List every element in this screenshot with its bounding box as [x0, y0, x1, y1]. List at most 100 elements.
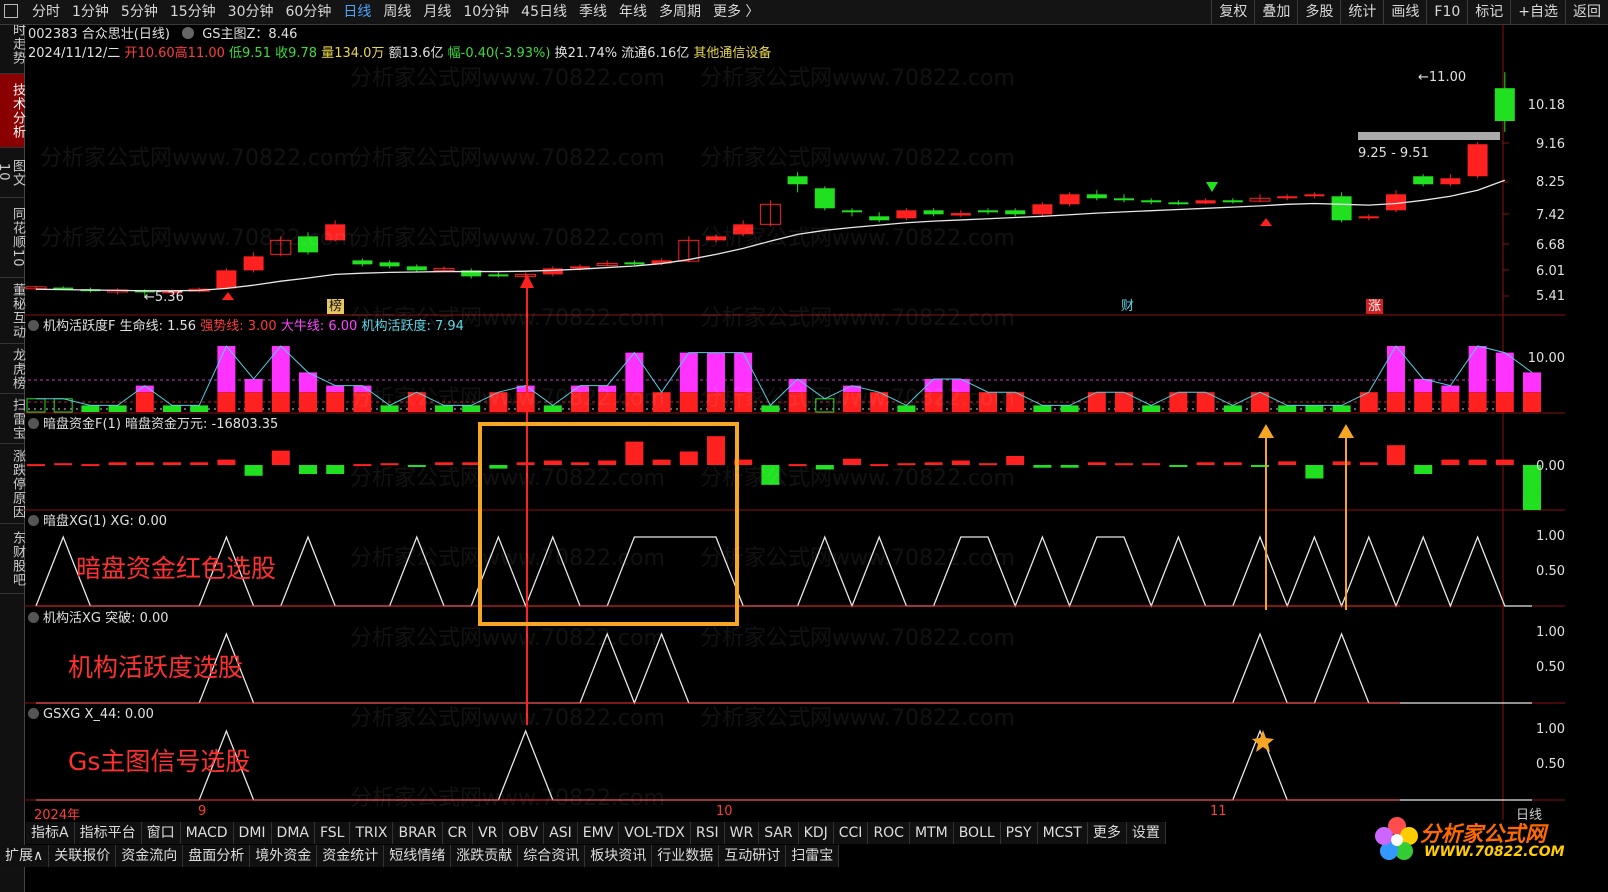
candle-body: [488, 274, 509, 277]
price-axis-label: 6.68: [1536, 238, 1565, 253]
watermark-text: 分析家公式网www.70822.com: [700, 386, 1015, 411]
event-marker-cai[interactable]: 财: [1121, 299, 1134, 314]
candle-body: [1168, 202, 1189, 205]
buy-arrow-icon: [1260, 218, 1272, 226]
darkpool-bar: [1087, 462, 1106, 465]
activity-bar-base: [135, 392, 154, 412]
watermark-text: 分析家公式网www.70822.com: [350, 786, 665, 811]
extension-tabs: 扩展∧ 关联报价 资金流向 盘面分析 境外资金 资金统计 短线情绪 涨跌贡献 综合资讯 板块资讯行…: [0, 845, 840, 867]
panel-axis-label: 0.50: [1536, 564, 1565, 579]
extension-tab[interactable]: 扩展∧: [0, 845, 50, 867]
candle-body: [1086, 194, 1107, 199]
watermark-text: 分析家公式网www.70822.com: [700, 466, 1015, 491]
candle-body: [950, 213, 971, 216]
indicator-tab[interactable]: BRAR: [393, 822, 443, 844]
extension-tab[interactable]: 境外资金: [250, 845, 318, 867]
candle-body: [787, 176, 808, 185]
extension-tab[interactable]: 资金流向: [116, 845, 184, 867]
watermark-text: 分析家公式网www.70822.com: [350, 226, 665, 251]
event-marker-bang[interactable]: 榜: [327, 299, 345, 314]
extension-tab[interactable]: 短线情绪: [384, 845, 452, 867]
indicator-tab[interactable]: 窗口: [142, 822, 181, 844]
price-axis-label: 9.16: [1536, 137, 1565, 152]
darkpool-bar: [163, 462, 181, 465]
extension-tab[interactable]: 关联报价: [49, 845, 117, 867]
extension-tab[interactable]: 扫雷宝: [786, 845, 840, 867]
extension-tab[interactable]: 资金统计: [317, 845, 385, 867]
breakout-value: 突破: 0.00: [105, 611, 169, 626]
indicator-tab[interactable]: EMV: [578, 822, 620, 844]
star-icon: [1252, 730, 1274, 752]
indicator-tab[interactable]: CR: [443, 822, 474, 844]
price-axis-label: 10.18: [1527, 98, 1565, 113]
indicator-tab[interactable]: WR: [725, 822, 760, 844]
darkpool-bar: [326, 465, 345, 474]
extension-tab[interactable]: 涨跌贡献: [451, 845, 519, 867]
extension-tab[interactable]: 行业数据: [652, 845, 720, 867]
extension-tab[interactable]: 互动研讨: [719, 845, 787, 867]
event-marker-zhang[interactable]: 涨: [1366, 299, 1384, 314]
candle-body: [842, 210, 862, 213]
indicator-tab[interactable]: KDJ: [799, 822, 834, 844]
indicator-tab[interactable]: MCST: [1038, 822, 1088, 844]
indicator-tab[interactable]: CCI: [834, 822, 869, 844]
candle-body: [814, 188, 835, 209]
indicator-tab[interactable]: VR: [473, 822, 504, 844]
indicator-tab[interactable]: 更多: [1088, 822, 1127, 844]
candle-body: [1059, 194, 1080, 205]
activity-bar-base: [1441, 392, 1460, 412]
bull-line-value: 大牛线: 6.00: [280, 319, 358, 334]
indicator-tab[interactable]: SAR: [759, 822, 799, 844]
indicator-tab[interactable]: OBV: [503, 822, 545, 844]
extension-tab[interactable]: 板块资讯: [585, 845, 653, 867]
darkpool-bar: [271, 450, 290, 465]
indicator-tab[interactable]: RSI: [691, 822, 725, 844]
indicator-tab[interactable]: FSL: [315, 822, 351, 844]
darkpool-bar: [1115, 463, 1133, 466]
time-axis-year: 2024年: [34, 808, 81, 823]
panel-darkpool-xg-header: 暗盘XG(1) XG: 0.00: [28, 513, 167, 531]
watermark-text: 分析家公式网www.70822.com: [350, 66, 665, 91]
indicator-tab[interactable]: BOLL: [954, 822, 1001, 844]
indicator-tab[interactable]: DMA: [272, 822, 315, 844]
watermark-text: 分析家公式网www.70822.com: [700, 146, 1015, 171]
darkpool-bar: [1196, 462, 1215, 465]
price-axis-label: 5.41: [1536, 289, 1565, 304]
indicator-tab[interactable]: 设置: [1127, 822, 1166, 844]
indicator-tab[interactable]: ASI: [544, 822, 578, 844]
indicator-tab[interactable]: 指标A: [26, 822, 75, 844]
watermark-text: 分析家公式网www.70822.com: [700, 546, 1015, 571]
activity-bar: [163, 405, 181, 412]
panel-toggle-icon[interactable]: [28, 320, 39, 331]
extension-tab[interactable]: 综合资讯: [518, 845, 586, 867]
indicator-tab[interactable]: TRIX: [350, 822, 394, 844]
activity-bar-base: [1387, 392, 1405, 412]
candle-body: [1413, 176, 1434, 185]
panel-axis-label: 0.50: [1536, 660, 1565, 675]
panel-axis-label: 0.00: [1536, 459, 1565, 474]
indicator-tab[interactable]: 指标平台: [75, 822, 142, 844]
darkpool-bar: [1142, 463, 1161, 466]
indicator-tab[interactable]: PSY: [1001, 822, 1038, 844]
panel-name: 机构活跃度F: [43, 319, 116, 334]
indicator-tab[interactable]: MTM: [910, 822, 954, 844]
panel-name: 机构活XG: [43, 611, 101, 626]
activity-bar-base: [1495, 392, 1514, 412]
panel-axis-label: 10.00: [1527, 351, 1565, 366]
activity-bar: [1441, 385, 1460, 393]
indicator-tab[interactable]: DMI: [234, 822, 272, 844]
panel-activity-xg-header: 机构活XG 突破: 0.00: [28, 610, 169, 628]
darkpool-bar: [1169, 465, 1188, 467]
site-logo: 分析家公式网 WWW.70822.COM: [1368, 810, 1565, 866]
indicator-tab[interactable]: VOL-TDX: [619, 822, 691, 844]
panel-toggle-icon[interactable]: [28, 515, 39, 526]
panel-toggle-icon[interactable]: [28, 612, 39, 623]
panel-toggle-icon[interactable]: [28, 418, 39, 429]
panel-toggle-icon[interactable]: [28, 708, 39, 719]
extension-tab[interactable]: 盘面分析: [183, 845, 251, 867]
candle-body: [1331, 196, 1352, 221]
indicator-tab[interactable]: MACD: [181, 822, 234, 844]
activity-bar: [1523, 372, 1541, 393]
candle-body: [352, 260, 373, 265]
indicator-tab[interactable]: ROC: [868, 822, 910, 844]
